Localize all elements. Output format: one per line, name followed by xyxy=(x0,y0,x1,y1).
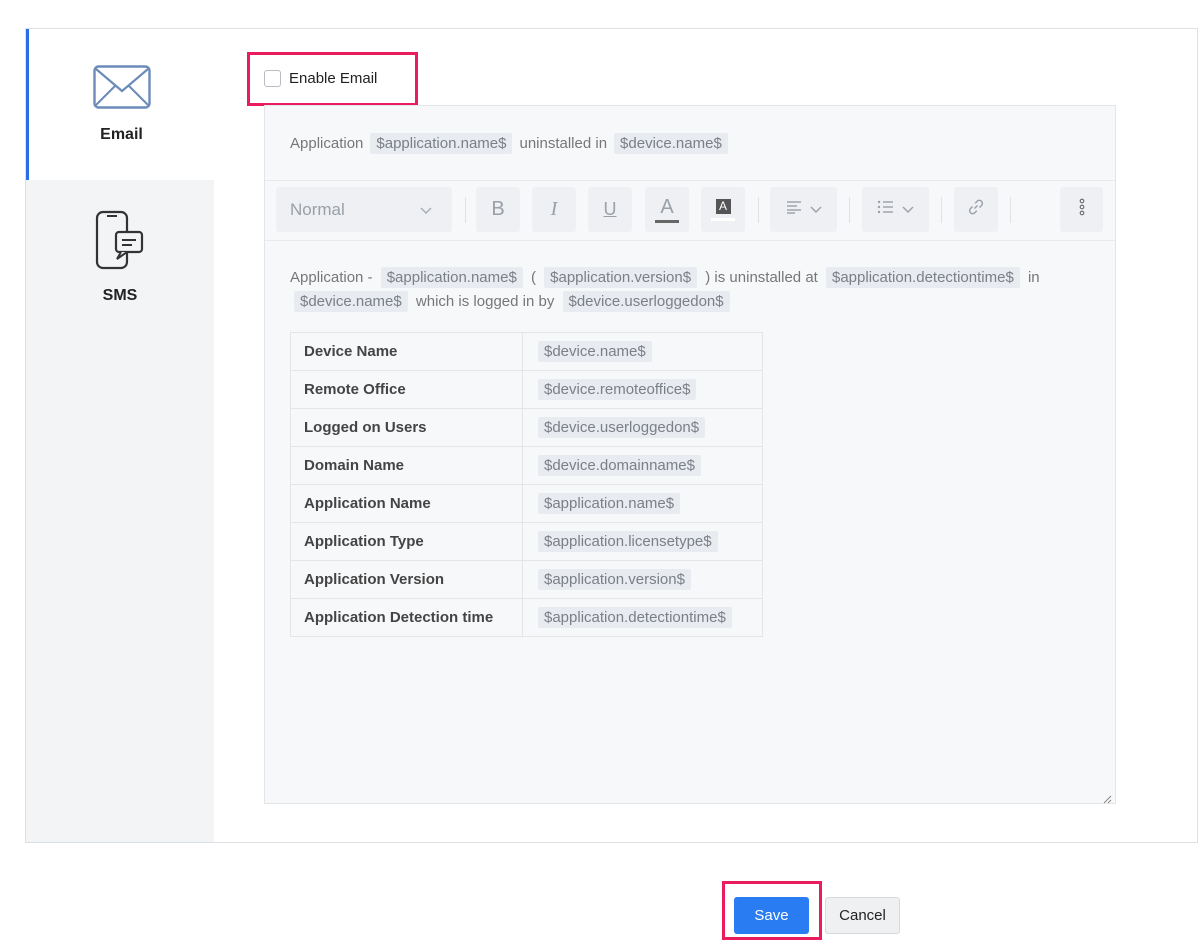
row-label: Application Version xyxy=(290,560,523,599)
envelope-icon xyxy=(92,65,151,114)
row-label: Application Detection time xyxy=(290,598,523,637)
align-dropdown[interactable] xyxy=(770,187,837,232)
table-row: Application Name $application.name$ xyxy=(290,484,763,523)
background-color-button[interactable]: A xyxy=(701,187,745,232)
table-row: Application Version $application.version… xyxy=(290,560,763,599)
body-text: Application - xyxy=(290,269,373,286)
body-variable-chip: $application.name$ xyxy=(380,267,523,288)
enable-email-checkbox[interactable] xyxy=(264,70,281,87)
body-variable-chip: $application.version$ xyxy=(544,267,698,288)
toolbar-divider xyxy=(1010,197,1011,223)
subject-text: uninstalled in xyxy=(519,134,608,152)
row-value-chip: $application.detectiontime$ xyxy=(538,607,732,628)
bold-icon: B xyxy=(491,198,505,220)
subject-variable-chip: $application.name$ xyxy=(370,132,513,154)
link-icon xyxy=(967,198,985,221)
cancel-button[interactable]: Cancel xyxy=(825,897,900,934)
row-label: Device Name xyxy=(290,332,523,371)
insert-link-button[interactable] xyxy=(954,187,998,232)
row-label: Logged on Users xyxy=(290,408,523,447)
body-text: ) is uninstalled at xyxy=(705,269,818,286)
enable-email-label: Enable Email xyxy=(289,70,378,87)
row-value-chip: $device.domainname$ xyxy=(538,455,701,476)
resize-handle-icon[interactable] xyxy=(1103,791,1112,804)
chevron-down-icon xyxy=(810,201,822,219)
subject-text: Application xyxy=(290,134,364,152)
chevron-down-icon xyxy=(420,200,432,220)
message-paragraph: Application - $application.name$ ( $appl… xyxy=(290,266,1090,314)
row-label: Domain Name xyxy=(290,446,523,485)
underline-button[interactable]: U xyxy=(588,187,632,232)
row-label: Application Type xyxy=(290,522,523,561)
bold-button[interactable]: B xyxy=(476,187,520,232)
more-vertical-icon xyxy=(1079,198,1085,221)
row-value-chip: $application.licensetype$ xyxy=(538,531,718,552)
body-text: which is logged in by xyxy=(415,293,555,310)
tab-email-label: Email xyxy=(100,126,143,143)
format-dropdown[interactable]: Normal xyxy=(276,187,452,232)
row-label: Remote Office xyxy=(290,370,523,409)
details-table: Device Name $device.name$ Remote Office … xyxy=(290,332,763,637)
row-value-chip: $application.version$ xyxy=(538,569,691,590)
italic-icon: I xyxy=(550,198,558,220)
subject-variable-chip: $device.name$ xyxy=(614,132,728,154)
table-row: Device Name $device.name$ xyxy=(290,332,763,371)
chevron-down-icon xyxy=(902,201,914,219)
font-color-button[interactable]: A xyxy=(645,187,689,232)
body-text: ( xyxy=(530,269,536,286)
background-color-icon: A xyxy=(715,198,731,214)
background-color-swatch xyxy=(711,217,735,221)
enable-email-toggle[interactable]: Enable Email xyxy=(264,70,377,87)
table-row: Logged on Users $device.userloggedon$ xyxy=(290,408,763,447)
body-variable-chip: $device.userloggedon$ xyxy=(562,291,730,312)
font-color-swatch xyxy=(655,220,679,223)
row-value-chip: $device.name$ xyxy=(538,341,652,362)
row-value-chip: $device.userloggedon$ xyxy=(538,417,706,438)
table-row: Domain Name $device.domainname$ xyxy=(290,446,763,485)
tab-sms-label: SMS xyxy=(102,287,138,304)
toolbar-divider xyxy=(758,197,759,223)
tab-sms[interactable]: SMS xyxy=(26,180,214,330)
body-variable-chip: $device.name$ xyxy=(294,291,408,312)
phone-message-icon xyxy=(94,210,146,275)
row-label: Application Name xyxy=(290,484,523,523)
format-value: Normal xyxy=(290,199,345,219)
table-row: Remote Office $device.remoteoffice$ xyxy=(290,370,763,409)
subject-field[interactable]: Application $application.name$ uninstall… xyxy=(265,106,1115,181)
toolbar-divider xyxy=(465,197,466,223)
row-value-chip: $device.remoteoffice$ xyxy=(538,379,697,400)
toolbar-divider xyxy=(941,197,942,223)
list-dropdown[interactable] xyxy=(862,187,929,232)
table-row: Application Detection time $application.… xyxy=(290,598,763,637)
editor-body[interactable]: Application - $application.name$ ( $appl… xyxy=(265,242,1115,804)
table-row: Application Type $application.licensetyp… xyxy=(290,522,763,561)
body-text: in xyxy=(1027,269,1040,286)
font-color-icon: A xyxy=(660,196,674,218)
more-options-button[interactable] xyxy=(1060,187,1103,232)
editor-toolbar: Normal B I U A A xyxy=(265,181,1115,241)
channel-sidebar: Email SMS xyxy=(26,29,214,842)
save-button[interactable]: Save xyxy=(734,897,809,934)
align-left-icon xyxy=(786,200,802,219)
numbered-list-icon xyxy=(877,200,894,219)
italic-button[interactable]: I xyxy=(532,187,576,232)
toolbar-divider xyxy=(849,197,850,223)
row-value-chip: $application.name$ xyxy=(538,493,681,514)
tab-email[interactable]: Email xyxy=(26,29,214,180)
email-editor: Application $application.name$ uninstall… xyxy=(264,105,1116,804)
underline-icon: U xyxy=(603,199,617,219)
body-variable-chip: $application.detectiontime$ xyxy=(826,267,1020,288)
